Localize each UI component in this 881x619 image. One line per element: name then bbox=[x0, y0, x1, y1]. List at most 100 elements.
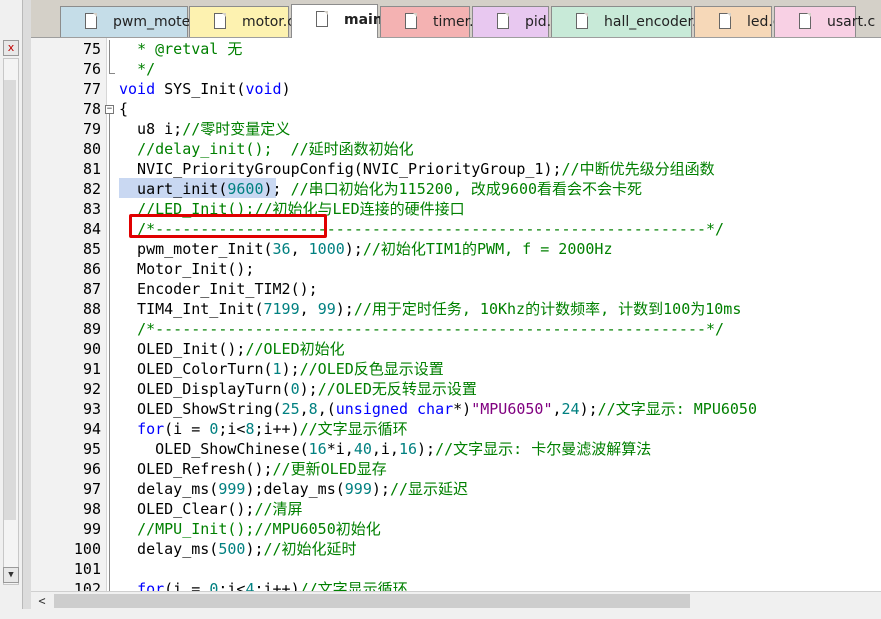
code-token: 25 bbox=[281, 400, 300, 418]
tab-2[interactable]: main.c bbox=[291, 4, 396, 38]
code-token: //文字显示循环 bbox=[299, 420, 408, 438]
code-text: uart_init(9600); //串口初始化为115200, 改成9600看… bbox=[119, 179, 642, 199]
code-line[interactable]: 88 TIM4_Int_Init(7199, 99);//用于定时任务, 10K… bbox=[31, 299, 881, 319]
code-token: ,i, bbox=[371, 440, 399, 458]
code-token: //OLED初始化 bbox=[245, 340, 345, 358]
code-token: ); bbox=[344, 240, 363, 258]
code-token: 0 bbox=[209, 580, 219, 591]
tab-5[interactable]: hall_encoder.c bbox=[551, 6, 704, 37]
code-line[interactable]: 89 /*-----------------------------------… bbox=[31, 319, 881, 339]
code-text: */ bbox=[119, 59, 155, 79]
file-icon bbox=[85, 13, 97, 29]
code-token: SYS_Init( bbox=[155, 80, 246, 98]
code-token: Motor_Init(); bbox=[119, 260, 255, 278]
code-token: //OLED反色显示设置 bbox=[299, 360, 444, 378]
code-token: 40 bbox=[353, 440, 372, 458]
code-line[interactable]: 98 OLED_Clear();//清屏 bbox=[31, 499, 881, 519]
code-token: //显示延迟 bbox=[389, 480, 468, 498]
close-icon[interactable]: x bbox=[3, 40, 19, 56]
code-line[interactable]: 79 u8 i;//零时变量定义 bbox=[31, 119, 881, 139]
line-number: 79 bbox=[82, 120, 101, 138]
line-number: 85 bbox=[82, 240, 101, 258]
code-line[interactable]: 87 Encoder_Init_TIM2(); bbox=[31, 279, 881, 299]
code-token: void bbox=[245, 80, 282, 98]
tab-1[interactable]: motor.c bbox=[189, 6, 295, 37]
tab-7[interactable]: usart.c bbox=[774, 6, 875, 37]
code-line[interactable]: 95 OLED_ShowChinese(16*i,40,i,16);//文字显示… bbox=[31, 439, 881, 459]
code-line[interactable]: 100 delay_ms(500);//初始化延时 bbox=[31, 539, 881, 559]
code-token: ); bbox=[299, 380, 318, 398]
tab-3[interactable]: timer.c bbox=[380, 6, 481, 37]
horizontal-scrollbar-thumb[interactable] bbox=[54, 594, 690, 608]
code-text: Motor_Init(); bbox=[119, 259, 254, 279]
code-line[interactable]: 75 * @retval 无 bbox=[31, 39, 881, 59]
code-token: //OLED无反转显示设置 bbox=[317, 380, 477, 398]
splitter[interactable] bbox=[23, 0, 31, 619]
code-line[interactable]: 101 bbox=[31, 559, 881, 579]
code-token: //用于定时任务, 10Khz的计数频率, 计数到100为10ms bbox=[353, 300, 742, 318]
code-line[interactable]: 78 { bbox=[31, 99, 881, 119]
file-tab-bar: pwm_moter.c motor.c main.c timer.c pid.c hall… bbox=[31, 0, 881, 38]
code-text: * @retval 无 bbox=[119, 39, 242, 59]
scroll-left-icon[interactable]: < bbox=[35, 594, 49, 608]
code-text: /*--------------------------------------… bbox=[119, 319, 724, 339]
code-token: OLED_Init(); bbox=[119, 340, 246, 358]
code-line[interactable]: 80 //delay_init(); //延时函数初始化 bbox=[31, 139, 881, 159]
file-icon bbox=[497, 13, 509, 29]
file-icon bbox=[576, 13, 588, 29]
code-line[interactable]: 102 for(i = 0;i<4;i++)//文字显示循环 bbox=[31, 579, 881, 591]
code-line[interactable]: 93 OLED_ShowString(25,8,(unsigned char*)… bbox=[31, 399, 881, 419]
code-token: ,( bbox=[317, 400, 336, 418]
fold-line bbox=[109, 114, 110, 591]
code-text: Encoder_Init_TIM2(); bbox=[119, 279, 318, 299]
code-line[interactable]: 76 */ bbox=[31, 59, 881, 79]
line-number: 75 bbox=[82, 40, 101, 58]
code-editor[interactable]: 75 * @retval 无 76 */77 void SYS_Init(void)… bbox=[31, 38, 881, 591]
line-number: 101 bbox=[73, 560, 101, 578]
code-text: TIM4_Int_Init(7199, 99);//用于定时任务, 10Khz的… bbox=[119, 299, 741, 319]
code-line[interactable]: 91 OLED_ColorTurn(1);//OLED反色显示设置 bbox=[31, 359, 881, 379]
code-token: OLED_ShowString( bbox=[119, 400, 282, 418]
status-bar bbox=[0, 609, 881, 619]
code-token: ); bbox=[417, 440, 436, 458]
file-icon bbox=[316, 11, 328, 27]
code-line[interactable]: 96 OLED_Refresh();//更新OLED显存 bbox=[31, 459, 881, 479]
code-text: delay_ms(500);//初始化延时 bbox=[119, 539, 357, 559]
code-token: 16 bbox=[398, 440, 418, 458]
code-token: //delay_init(); //延时函数初始化 bbox=[137, 140, 414, 158]
horizontal-scrollbar[interactable]: < bbox=[31, 591, 881, 610]
code-line[interactable]: 90 OLED_Init();//OLED初始化 bbox=[31, 339, 881, 359]
code-token: 16 bbox=[308, 440, 327, 458]
line-number: 95 bbox=[82, 440, 101, 458]
tab-6[interactable]: led.c bbox=[694, 6, 781, 37]
code-token: 1 bbox=[272, 360, 282, 378]
code-line[interactable]: 86 Motor_Init(); bbox=[31, 259, 881, 279]
code-text: OLED_ShowChinese(16*i,40,i,16);//文字显示: 卡… bbox=[119, 439, 651, 459]
line-number: 96 bbox=[82, 460, 101, 478]
tab-0[interactable]: pwm_moter.c bbox=[60, 6, 207, 37]
fold-collapse-icon[interactable]: − bbox=[105, 105, 114, 114]
code-token: //文字显示循环 bbox=[299, 580, 408, 591]
line-number: 78 bbox=[82, 100, 101, 118]
code-token: ) bbox=[281, 80, 291, 98]
code-line[interactable]: 94 for(i = 0;i<8;i++)//文字显示循环 bbox=[31, 419, 881, 439]
code-line[interactable]: 85 pwm_moter_Init(36, 1000);//初始化TIM1的PW… bbox=[31, 239, 881, 259]
code-line[interactable]: 92 OLED_DisplayTurn(0);//OLED无反转显示设置 bbox=[31, 379, 881, 399]
tab-4[interactable]: pid.c bbox=[472, 6, 559, 37]
code-token: ;i++) bbox=[254, 580, 300, 591]
file-icon bbox=[214, 13, 226, 29]
code-token: 0 bbox=[209, 420, 219, 438]
left-scrollbar-thumb[interactable] bbox=[4, 80, 16, 520]
code-line[interactable]: 97 delay_ms(999);delay_ms(999);//显示延迟 bbox=[31, 479, 881, 499]
scroll-down-icon[interactable]: ▼ bbox=[3, 567, 19, 583]
code-line[interactable]: 81 NVIC_PriorityGroupConfig(NVIC_Priorit… bbox=[31, 159, 881, 179]
code-line[interactable]: 99 //MPU_Init();//MPU6050初始化 bbox=[31, 519, 881, 539]
code-line[interactable]: 77 void SYS_Init(void) bbox=[31, 79, 881, 99]
line-number: 82 bbox=[82, 180, 101, 198]
code-token: 0 bbox=[290, 380, 300, 398]
code-line[interactable]: 82 uart_init(9600); //串口初始化为115200, 改成96… bbox=[31, 179, 881, 199]
code-token: ); bbox=[281, 360, 300, 378]
